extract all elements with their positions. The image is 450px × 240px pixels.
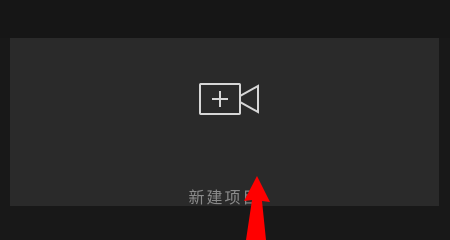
new-project-content: 新建项目 <box>10 38 439 207</box>
red-arrow-icon <box>238 176 286 240</box>
app-screen: 新建项目 <box>0 0 450 240</box>
new-project-button[interactable]: 新建项目 <box>10 38 439 207</box>
add-video-icon <box>198 82 262 120</box>
new-project-label: 新建项目 <box>188 188 261 207</box>
top-strip <box>0 0 450 38</box>
